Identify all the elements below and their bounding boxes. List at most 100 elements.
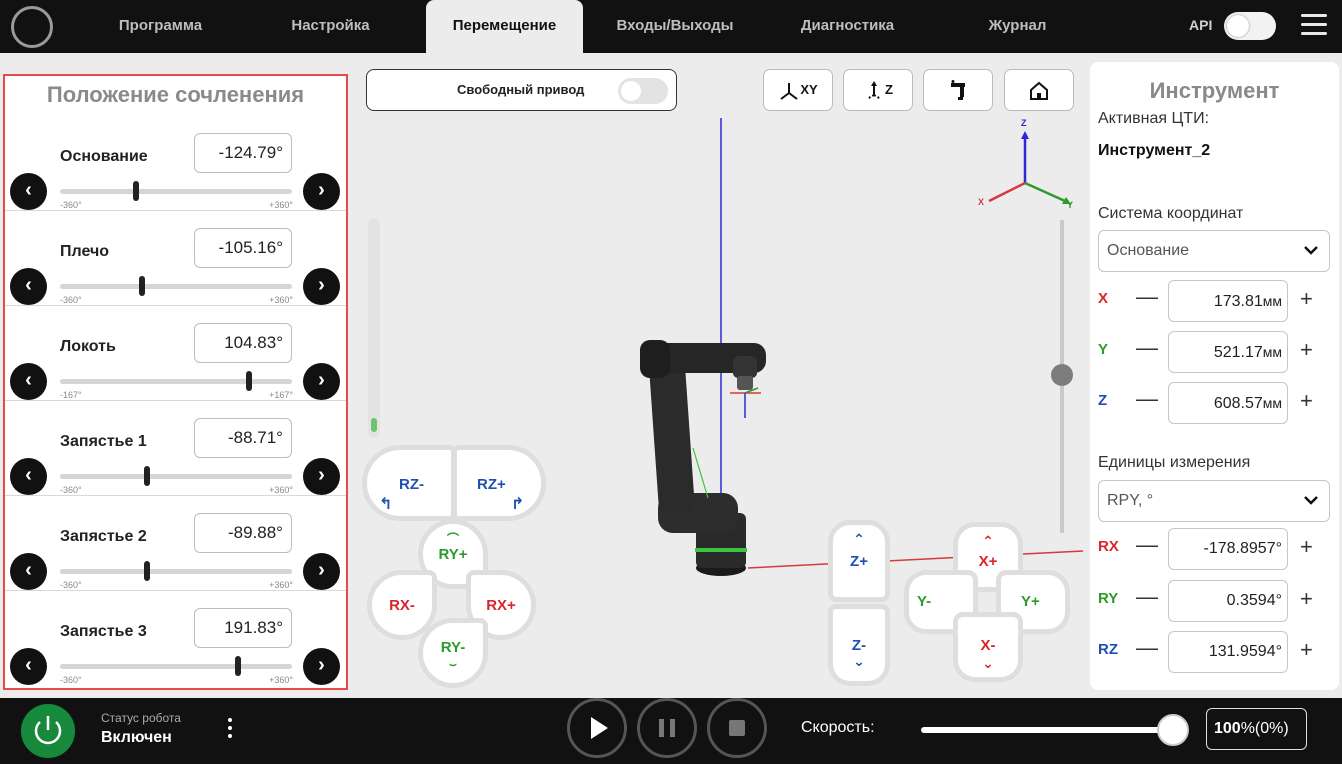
power-button[interactable] — [18, 701, 78, 761]
coord-increase-button[interactable]: + — [1300, 637, 1313, 663]
z-plus-button[interactable]: ⌃ Z+ — [828, 520, 890, 602]
free-drive-toggle[interactable] — [618, 78, 668, 104]
coord-value-field[interactable]: 608.57мм — [1168, 382, 1288, 424]
joint-slider-track[interactable] — [60, 466, 292, 486]
rz-minus-button[interactable]: RZ- ↰ — [362, 445, 456, 521]
axis-label-x: X — [978, 197, 985, 207]
coord-decrease-button[interactable]: — — [1136, 532, 1158, 558]
joint-max-label: +360° — [269, 200, 293, 210]
hamburger-menu-icon[interactable] — [1301, 14, 1327, 36]
joint-value-field[interactable]: -89.88° — [194, 513, 292, 553]
tab-log[interactable]: Журнал — [945, 0, 1090, 53]
tool-view-button[interactable] — [923, 69, 993, 111]
free-drive-control: Свободный привод — [366, 69, 677, 111]
coord-value-field[interactable]: 173.81мм — [1168, 280, 1288, 322]
joint-slider-thumb[interactable] — [245, 371, 252, 391]
play-icon — [591, 717, 608, 739]
view-z-button[interactable]: Z — [843, 69, 913, 111]
joint-slider-thumb[interactable] — [139, 276, 146, 296]
coord-system-value: Основание — [1107, 242, 1190, 259]
play-button[interactable] — [567, 698, 627, 758]
joint-row: Запястье 3 191.83° ‹ › -360° +360° — [5, 591, 346, 686]
coord-axis-label: X — [1098, 290, 1109, 307]
joint-row: Запястье 2 -89.88° ‹ › -360° +360° — [5, 496, 346, 591]
x-minus-button[interactable]: X- ⌄ — [953, 612, 1023, 682]
joint-decrease-button[interactable]: ‹ — [10, 363, 47, 400]
coord-value-field[interactable]: 131.9594° — [1168, 631, 1288, 673]
tab-settings[interactable]: Настройка — [258, 0, 403, 53]
z-minus-button[interactable]: Z- ⌄ — [828, 604, 890, 686]
joint-slider-track[interactable] — [60, 181, 292, 201]
coord-increase-button[interactable]: + — [1300, 388, 1313, 414]
api-toggle[interactable] — [1224, 12, 1276, 40]
tab-diagnostics[interactable]: Диагностика — [775, 0, 920, 53]
joint-increase-button[interactable]: › — [303, 363, 340, 400]
chevron-right-icon: › — [318, 179, 325, 201]
tool-panel-title: Инструмент — [1149, 78, 1280, 103]
pause-button[interactable] — [637, 698, 697, 758]
more-options-icon[interactable] — [228, 718, 234, 742]
joint-value-field[interactable]: 104.83° — [194, 323, 292, 363]
joint-slider-track[interactable] — [60, 276, 292, 296]
tab-io[interactable]: Входы/Выходы — [600, 0, 750, 53]
rz-plus-button[interactable]: RZ+ ↱ — [452, 445, 546, 521]
joint-value-field[interactable]: -88.71° — [194, 418, 292, 458]
api-label: API — [1189, 17, 1213, 33]
joint-increase-button[interactable]: › — [303, 553, 340, 590]
coord-increase-button[interactable]: + — [1300, 337, 1313, 363]
joint-decrease-button[interactable]: ‹ — [10, 268, 47, 305]
robot-tool-icon — [951, 79, 965, 100]
coord-value-field[interactable]: 0.3594° — [1168, 580, 1288, 622]
joint-increase-button[interactable]: › — [303, 173, 340, 210]
tab-program[interactable]: Программа — [88, 0, 233, 53]
joint-min-label: -360° — [60, 580, 82, 590]
joint-increase-button[interactable]: › — [303, 268, 340, 305]
joint-slider-track[interactable] — [60, 371, 292, 391]
joint-value-field[interactable]: -124.79° — [194, 133, 292, 173]
joint-decrease-button[interactable]: ‹ — [10, 173, 47, 210]
coord-decrease-button[interactable]: — — [1136, 386, 1158, 412]
coord-value-field[interactable]: -178.8957° — [1168, 528, 1288, 570]
joint-slider-thumb[interactable] — [234, 656, 241, 676]
joint-slider-thumb[interactable] — [132, 181, 139, 201]
coord-increase-button[interactable]: + — [1300, 534, 1313, 560]
speed-value-box[interactable]: 100%(0%) — [1206, 708, 1307, 750]
view-xy-button[interactable]: XY — [763, 69, 833, 111]
joint-max-label: +360° — [269, 295, 293, 305]
coord-increase-button[interactable]: + — [1300, 586, 1313, 612]
speed-slider-thumb[interactable] — [1157, 714, 1189, 746]
chevron-right-icon: › — [318, 464, 325, 486]
coord-value-field[interactable]: 521.17мм — [1168, 331, 1288, 373]
joint-value-field[interactable]: 191.83° — [194, 608, 292, 648]
units-select[interactable]: RPY, ° — [1098, 480, 1330, 522]
joint-decrease-button[interactable]: ‹ — [10, 648, 47, 685]
joint-row: Локоть 104.83° ‹ › -167° +167° — [5, 306, 346, 401]
ry-minus-button[interactable]: RY- ⌣ — [418, 618, 488, 688]
coord-increase-button[interactable]: + — [1300, 286, 1313, 312]
coord-axis-label: Y — [1098, 341, 1109, 358]
joint-slider-thumb[interactable] — [144, 561, 150, 581]
joint-slider-track[interactable] — [60, 561, 292, 581]
coord-decrease-button[interactable]: — — [1136, 335, 1158, 361]
tab-move[interactable]: Перемещение — [426, 0, 583, 53]
coord-decrease-button[interactable]: — — [1136, 284, 1158, 310]
joint-max-label: +360° — [269, 675, 293, 685]
joint-increase-button[interactable]: › — [303, 648, 340, 685]
joint-decrease-button[interactable]: ‹ — [10, 553, 47, 590]
coord-axis-label: Z — [1098, 392, 1108, 409]
joint-decrease-button[interactable]: ‹ — [10, 458, 47, 495]
coord-system-select[interactable]: Основание — [1098, 230, 1330, 272]
speed-label: Скорость: — [801, 719, 875, 736]
coord-decrease-button[interactable]: — — [1136, 584, 1158, 610]
joint-max-label: +360° — [269, 580, 293, 590]
bottom-bar: Статус робота Включен Скорость: 100%(0%) — [0, 698, 1342, 764]
joint-slider-track[interactable] — [60, 656, 292, 676]
joint-slider-thumb[interactable] — [144, 466, 151, 486]
joint-value-field[interactable]: -105.16° — [194, 228, 292, 268]
chevron-right-icon: › — [318, 369, 325, 391]
stop-button[interactable] — [707, 698, 767, 758]
coord-decrease-button[interactable]: — — [1136, 635, 1158, 661]
joint-increase-button[interactable]: › — [303, 458, 340, 495]
speed-slider-track[interactable] — [921, 727, 1173, 733]
home-view-button[interactable] — [1004, 69, 1074, 111]
